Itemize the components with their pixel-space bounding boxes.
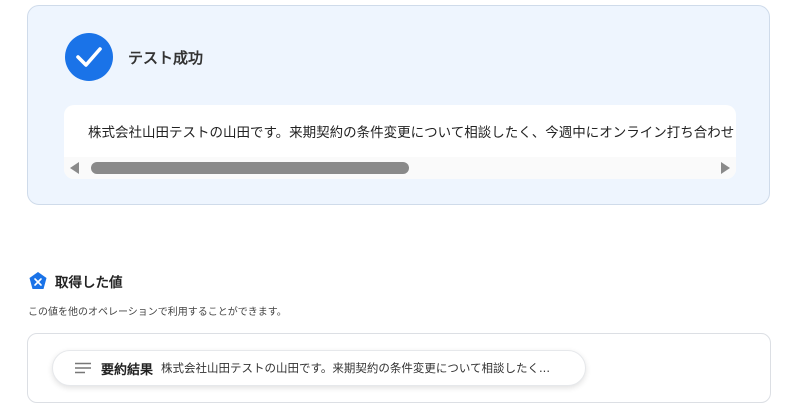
result-output-box: 株式会社山田テストの山田です。来期契約の条件変更について相談したく、今週中にオン…: [64, 105, 736, 179]
acquired-values-card: 要約結果 株式会社山田テストの山田です。来期契約の条件変更について相談したく..…: [27, 333, 771, 403]
value-chip-summary[interactable]: 要約結果 株式会社山田テストの山田です。来期契約の条件変更について相談したく..…: [52, 350, 586, 386]
value-chip-label: 要約結果: [101, 362, 154, 378]
acquired-values-title: 取得した値: [55, 275, 123, 291]
x-badge-icon: [28, 271, 48, 291]
acquired-values-header: 取得した値: [28, 271, 123, 291]
test-result-card: テスト成功 株式会社山田テストの山田です。来期契約の条件変更について相談したく、…: [27, 5, 770, 205]
scroll-right-arrow-icon[interactable]: [721, 162, 730, 174]
scroll-left-arrow-icon[interactable]: [70, 162, 79, 174]
success-check-icon: [65, 33, 113, 81]
horizontal-scrollbar[interactable]: [64, 157, 736, 179]
scrollbar-thumb[interactable]: [91, 162, 409, 174]
value-chip-value: 株式会社山田テストの山田です。来期契約の条件変更について相談したく...: [161, 361, 550, 375]
acquired-values-description: この値を他のオペレーションで利用することができます。: [28, 307, 287, 318]
result-title: テスト成功: [128, 49, 204, 67]
result-output-text: 株式会社山田テストの山田です。来期契約の条件変更について相談したく、今週中にオン…: [88, 125, 735, 141]
text-lines-icon: [75, 362, 91, 374]
